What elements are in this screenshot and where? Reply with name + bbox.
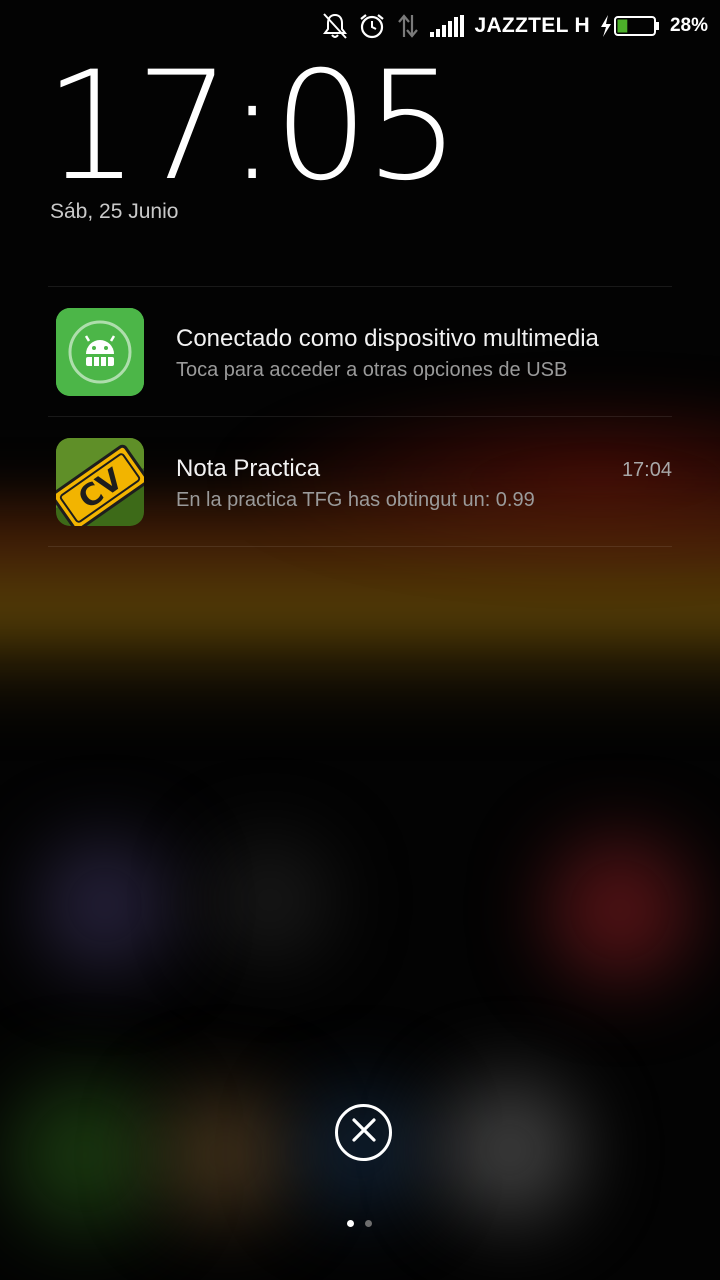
carrier-name: JAZZTEL [474,14,569,37]
notification-usb[interactable]: Conectado como dispositivo multimedia To… [48,287,672,417]
clear-notifications-button[interactable] [335,1104,392,1161]
cv-app-icon: CV [56,438,144,526]
battery-indicator [600,15,660,37]
page-dot [365,1220,372,1227]
page-dot-active [347,1220,354,1227]
battery-fill [617,19,628,33]
notification-time: 17:04 [621,459,672,481]
muted-bell-icon [322,12,348,40]
lockscreen-clock: 17:05 [44,40,460,214]
notification-list: Conectado como dispositivo multimedia To… [48,286,672,547]
network-type: H [574,14,590,37]
charging-bolt-icon [600,15,612,37]
notification-title: Conectado como dispositivo multimedia [176,325,599,352]
page-indicator [347,1220,372,1227]
notification-title: Nota Practica [176,455,321,482]
data-arrows-icon [396,13,420,39]
close-icon [351,1117,377,1148]
lockscreen-date: Sáb, 25 Junio [50,200,179,223]
notification-text: En la practica TFG has obtingut un: 0.99 [176,489,535,511]
battery-percent: 28% [669,15,708,36]
notification-text: Toca para acceder a otras opciones de US… [176,359,568,381]
carrier-label: JAZZTEL H [474,14,590,38]
android-usb-icon [56,308,144,396]
signal-icon [430,15,465,37]
battery-icon [613,15,660,37]
notification-nota-practica[interactable]: CV Nota Practica En la practica TFG has … [48,417,672,547]
alarm-clock-icon [358,12,386,40]
